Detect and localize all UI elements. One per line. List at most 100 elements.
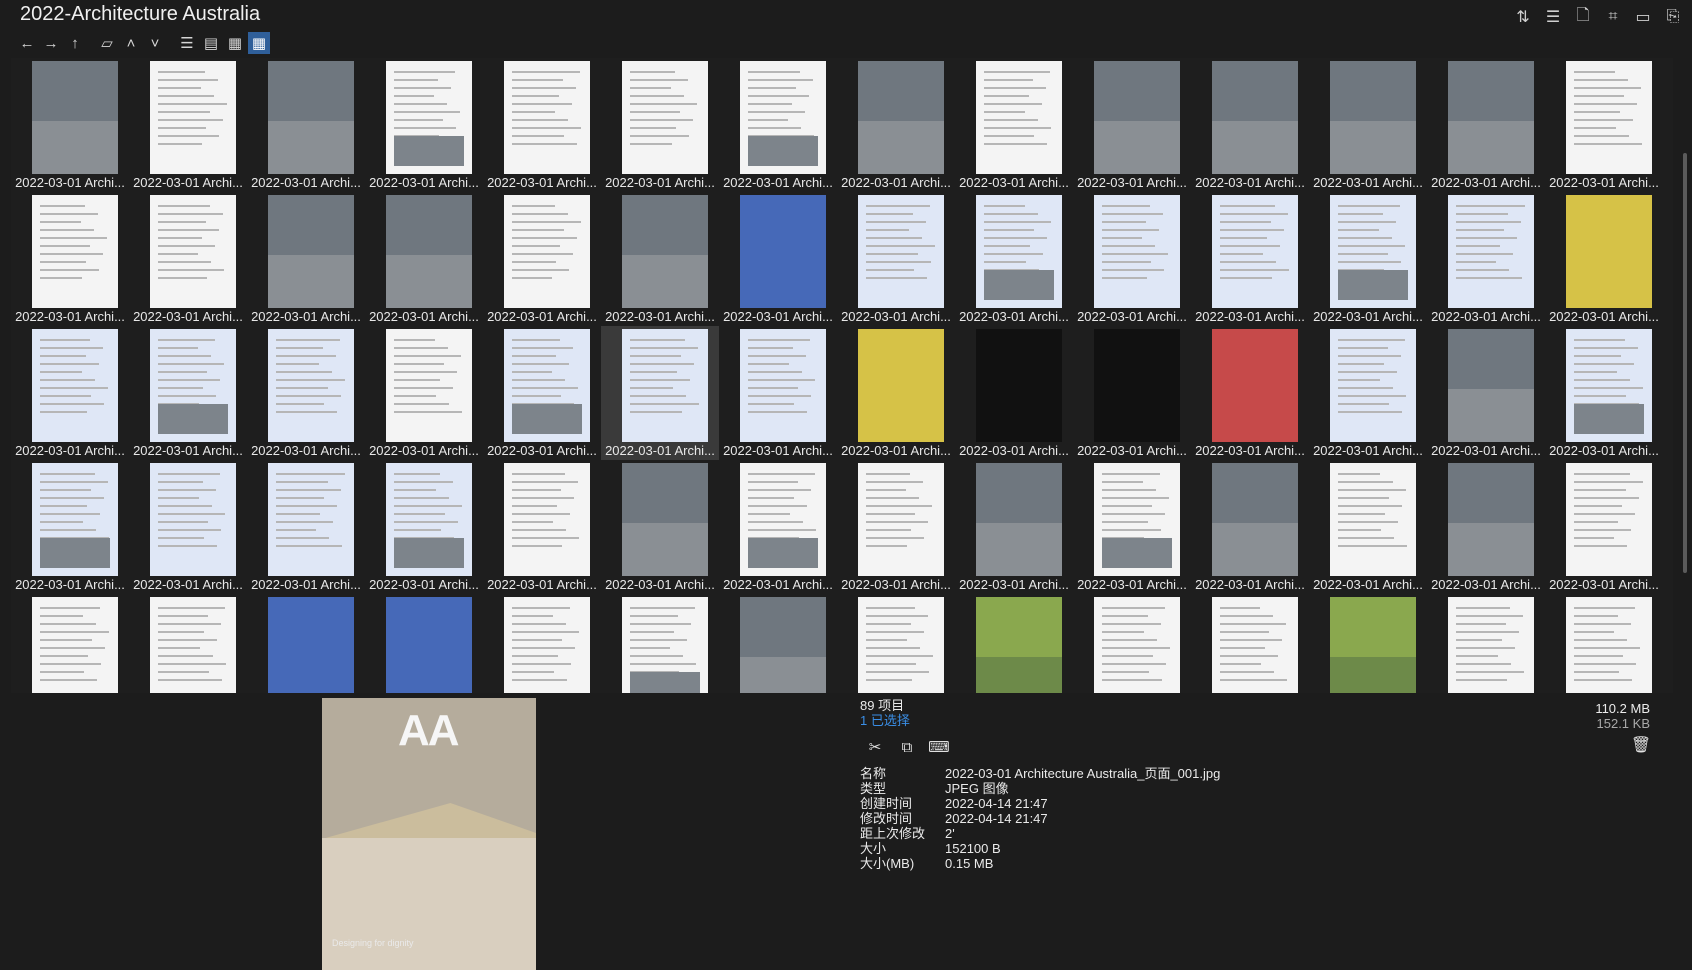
thumbnail-item[interactable] <box>601 594 719 693</box>
thumbnail-item[interactable]: 2022-03-01 Archi... <box>837 58 955 192</box>
thumbnail-item[interactable]: 2022-03-01 Archi... <box>1545 192 1663 326</box>
thumbnail-item[interactable] <box>837 594 955 693</box>
selected-count[interactable]: 1 已选择 <box>860 713 910 728</box>
thumbnail-item[interactable]: 2022-03-01 Archi... <box>1427 192 1545 326</box>
thumbnail-item[interactable]: 2022-03-01 Archi... <box>1309 460 1427 594</box>
thumbnail-item[interactable]: 2022-03-01 Archi... <box>601 192 719 326</box>
back-arrow-icon[interactable]: ← <box>16 32 38 54</box>
copy-icon[interactable]: ⧉ <box>896 736 918 758</box>
list-view-icon[interactable]: ☰ <box>176 32 198 54</box>
thumbnail-item[interactable]: 2022-03-01 Archi... <box>719 326 837 460</box>
thumbnail-item[interactable]: 2022-03-01 Archi... <box>1191 192 1309 326</box>
thumbnail-item[interactable]: 2022-03-01 Archi... <box>837 460 955 594</box>
thumbnail-item[interactable]: 2022-03-01 Archi... <box>601 58 719 192</box>
thumbnail-item[interactable]: 2022-03-01 Archi... <box>1073 58 1191 192</box>
thumbnail-item[interactable] <box>11 594 129 693</box>
thumbnail-item[interactable]: 2022-03-01 Archi... <box>719 460 837 594</box>
thumbnail-item[interactable]: 2022-03-01 Archi... <box>1545 326 1663 460</box>
trash-icon[interactable]: 🗑 <box>1630 734 1652 756</box>
tree-view-icon[interactable]: ▦ <box>224 32 246 54</box>
thumbnail-item[interactable] <box>1191 594 1309 693</box>
thumbnail-item[interactable]: 2022-03-01 Archi... <box>483 192 601 326</box>
thumbnail-item[interactable]: 2022-03-01 Archi... <box>1427 326 1545 460</box>
thumbnail-item[interactable]: 2022-03-01 Archi... <box>365 192 483 326</box>
thumbnail-item[interactable]: 2022-03-01 Archi... <box>601 326 719 460</box>
thumbnail-item[interactable]: 2022-03-01 Archi... <box>365 460 483 594</box>
thumbnail-item[interactable]: 2022-03-01 Archi... <box>1309 326 1427 460</box>
thumbnail-image <box>386 329 472 442</box>
thumbnail-item[interactable]: 2022-03-01 Archi... <box>837 192 955 326</box>
thumbnail-item[interactable]: 2022-03-01 Archi... <box>1073 192 1191 326</box>
thumbnail-item[interactable]: 2022-03-01 Archi... <box>1191 58 1309 192</box>
thumbnail-item[interactable]: 2022-03-01 Archi... <box>247 192 365 326</box>
thumbnail-item[interactable]: 2022-03-01 Archi... <box>1191 460 1309 594</box>
thumbnail-image <box>1448 61 1534 174</box>
thumbnail-item[interactable] <box>129 594 247 693</box>
list-properties-icon[interactable]: ☰ <box>1542 6 1564 28</box>
thumbnail-item[interactable] <box>365 594 483 693</box>
thumbnail-item[interactable]: 2022-03-01 Archi... <box>719 192 837 326</box>
thumbnail-item[interactable]: 2022-03-01 Archi... <box>247 326 365 460</box>
thumbnail-item[interactable]: 2022-03-01 Archi... <box>11 460 129 594</box>
thumbnail-item[interactable] <box>483 594 601 693</box>
thumbnail-item[interactable] <box>1073 594 1191 693</box>
thumbnail-item[interactable]: 2022-03-01 Archi... <box>1545 58 1663 192</box>
thumbnail-label: 2022-03-01 Archi... <box>15 175 125 190</box>
new-file-icon[interactable]: 🗋 <box>1572 6 1594 28</box>
thumbnail-item[interactable]: 2022-03-01 Archi... <box>483 460 601 594</box>
thumbnail-item[interactable]: 2022-03-01 Archi... <box>601 460 719 594</box>
thumbnail-item[interactable]: 2022-03-01 Archi... <box>129 460 247 594</box>
clipboard-icon[interactable]: ⎘ <box>1662 6 1684 28</box>
thumbnail-item[interactable] <box>247 594 365 693</box>
thumbnail-item[interactable]: 2022-03-01 Archi... <box>1073 460 1191 594</box>
property-value: 2' <box>945 826 955 841</box>
thumbnail-item[interactable] <box>719 594 837 693</box>
property-key: 修改时间 <box>860 811 913 826</box>
thumbnail-item[interactable]: 2022-03-01 Archi... <box>1427 58 1545 192</box>
thumbnail-item[interactable]: 2022-03-01 Archi... <box>247 58 365 192</box>
thumbnail-item[interactable]: 2022-03-01 Archi... <box>1073 326 1191 460</box>
thumbnail-item[interactable]: 2022-03-01 Archi... <box>955 192 1073 326</box>
thumbnail-item[interactable]: 2022-03-01 Archi... <box>483 58 601 192</box>
thumbnail-item[interactable]: 2022-03-01 Archi... <box>1427 460 1545 594</box>
cut-icon[interactable]: ✂ <box>864 736 886 758</box>
chevron-up-icon[interactable]: ˄ <box>120 32 142 54</box>
thumbnail-item[interactable]: 2022-03-01 Archi... <box>11 326 129 460</box>
thumbnail-item[interactable]: 2022-03-01 Archi... <box>129 326 247 460</box>
up-arrow-icon[interactable]: ↑ <box>64 32 86 54</box>
thumbnail-item[interactable]: 2022-03-01 Archi... <box>129 192 247 326</box>
thumbnail-item[interactable]: 2022-03-01 Archi... <box>11 192 129 326</box>
chevron-down-icon[interactable]: ˅ <box>144 32 166 54</box>
thumbnail-item[interactable]: 2022-03-01 Archi... <box>129 58 247 192</box>
thumbnail-item[interactable]: 2022-03-01 Archi... <box>483 326 601 460</box>
thumbnail-item[interactable]: 2022-03-01 Archi... <box>1309 192 1427 326</box>
forward-arrow-icon[interactable]: → <box>40 32 62 54</box>
thumbnail-item[interactable] <box>955 594 1073 693</box>
thumbnail-item[interactable]: 2022-03-01 Archi... <box>365 326 483 460</box>
sort-icon[interactable]: ⇅ <box>1512 6 1534 28</box>
thumbnail-item[interactable] <box>1427 594 1545 693</box>
thumbnail-item[interactable]: 2022-03-01 Archi... <box>1309 58 1427 192</box>
rename-icon[interactable]: ⌨ <box>928 736 950 758</box>
thumbnail-item[interactable]: 2022-03-01 Archi... <box>365 58 483 192</box>
file-properties: 名称 2022-03-01 Architecture Australia_页面_0… <box>860 766 1220 871</box>
thumbnail-item[interactable]: 2022-03-01 Archi... <box>955 326 1073 460</box>
thumbnail-view-icon[interactable]: ▦ <box>248 32 270 54</box>
thumbnail-image <box>1094 61 1180 174</box>
thumbnail-item[interactable]: 2022-03-01 Archi... <box>955 58 1073 192</box>
thumbnail-item[interactable]: 2022-03-01 Archi... <box>1545 460 1663 594</box>
thumbnail-item[interactable]: 2022-03-01 Archi... <box>1191 326 1309 460</box>
thumbnail-item[interactable]: 2022-03-01 Archi... <box>955 460 1073 594</box>
thumbnail-item[interactable]: 2022-03-01 Archi... <box>837 326 955 460</box>
thumbnail-item[interactable] <box>1545 594 1663 693</box>
detail-view-icon[interactable]: ▤ <box>200 32 222 54</box>
thumbnail-item[interactable]: 2022-03-01 Archi... <box>247 460 365 594</box>
scrollbar-thumb[interactable] <box>1683 153 1687 573</box>
vertical-scrollbar[interactable] <box>1682 58 1688 693</box>
thumbnail-item[interactable] <box>1309 594 1427 693</box>
thumbnail-item[interactable]: 2022-03-01 Archi... <box>11 58 129 192</box>
panel-icon[interactable]: ▭ <box>1632 6 1654 28</box>
thumbnail-item[interactable]: 2022-03-01 Archi... <box>719 58 837 192</box>
folder-icon[interactable]: ▱ <box>96 32 118 54</box>
crop-icon[interactable]: ⌗ <box>1602 6 1624 28</box>
